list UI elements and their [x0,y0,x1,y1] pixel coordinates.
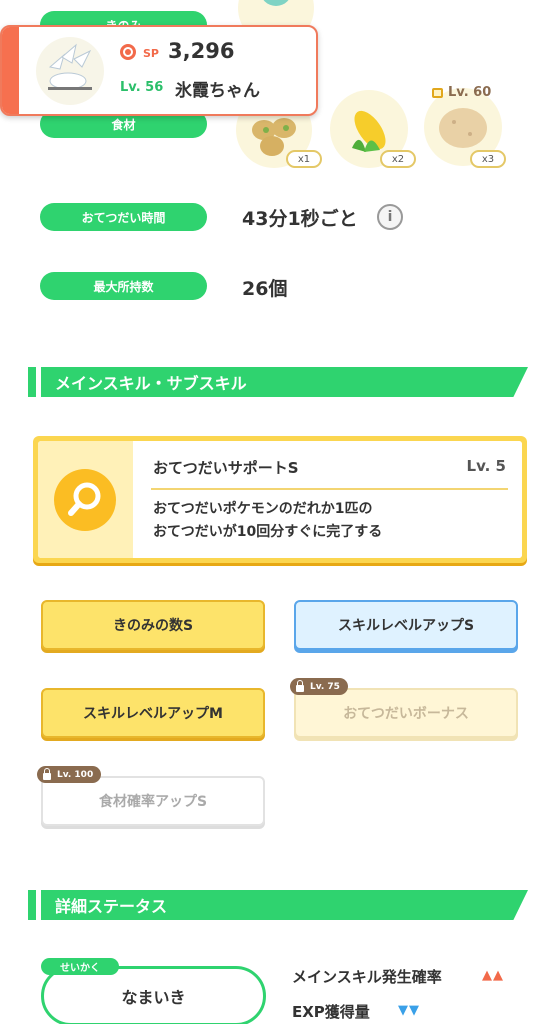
pokemon-icon [48,43,92,90]
ingredient-1-count: x1 [286,150,322,168]
info-button[interactable]: i [377,204,403,230]
max-carry-label: 最大所持数 [40,272,207,300]
stat-down-arrows: ▼▼ [398,1003,420,1018]
subskill-berry-count-s[interactable]: きのみの数S [41,600,265,650]
section-title: メインスキル・サブスキル [41,367,528,397]
main-skill-card[interactable]: おてつだいサポートS Lv. 5 おてつだいポケモンのだれか1匹の おてつだいが… [33,436,527,563]
lock-tag-lv100: Lv. 100 [37,766,102,783]
stat-up-arrows: ▲▲ [482,968,504,983]
card-stripe [2,27,19,114]
magnifier-icon [54,469,116,531]
main-skill-title: おてつだいサポートS [153,459,299,477]
help-time-label: おてつだい時間 [40,203,207,231]
subskill-skill-level-up-m[interactable]: スキルレベルアップM [41,688,265,738]
main-skill-description: おてつだいポケモンのだれか1匹の おてつだいが10回分すぐに完了する [153,501,383,540]
ingredient-3-lock: Lv. 60 [432,85,491,100]
section-title: 詳細ステータス [41,890,528,920]
lock-icon [296,679,304,692]
section-marker [28,367,36,397]
details-section-header: 詳細ステータス [28,890,528,920]
sp-label: SP [143,47,159,60]
nature-tag: せいかく [41,958,119,975]
lock-icon [43,767,51,780]
lock-icon [432,87,443,98]
help-time-value: 43分1秒ごと [242,208,358,230]
info-icon: i [387,209,393,225]
stat-exp-gain: EXP獲得量 [292,1003,370,1021]
ingredient-2-count: x2 [380,150,416,168]
main-skill-card-inner: おてつだいサポートS Lv. 5 おてつだいポケモンのだれか1匹の おてつだいが… [38,441,522,558]
ingredient-3-count: x3 [470,150,506,168]
max-carry-value: 26個 [242,278,288,300]
main-skill-level: Lv. 5 [466,457,506,475]
subskill-ingredient-finder-s[interactable]: 食材確率アップS [41,776,265,826]
skills-section-header: メインスキル・サブスキル [28,367,528,397]
subskill-helping-bonus[interactable]: おてつだいボーナス [294,688,518,738]
pokemon-level: Lv. 56 [120,80,164,95]
pokemon-name: 氷霞ちゃん [175,81,260,101]
pokeball-icon [120,44,136,60]
sp-value: 3,296 [168,39,235,63]
avatar [36,37,104,105]
stat-main-skill-chance: メインスキル発生確率 [292,968,442,986]
lock-tag-lv75: Lv. 75 [290,678,348,695]
skill-divider [151,488,508,490]
section-marker [28,890,36,920]
subskill-skill-level-up-s[interactable]: スキルレベルアップS [294,600,518,650]
pokemon-card[interactable]: SP 3,296 Lv. 56 氷霞ちゃん [0,25,318,116]
